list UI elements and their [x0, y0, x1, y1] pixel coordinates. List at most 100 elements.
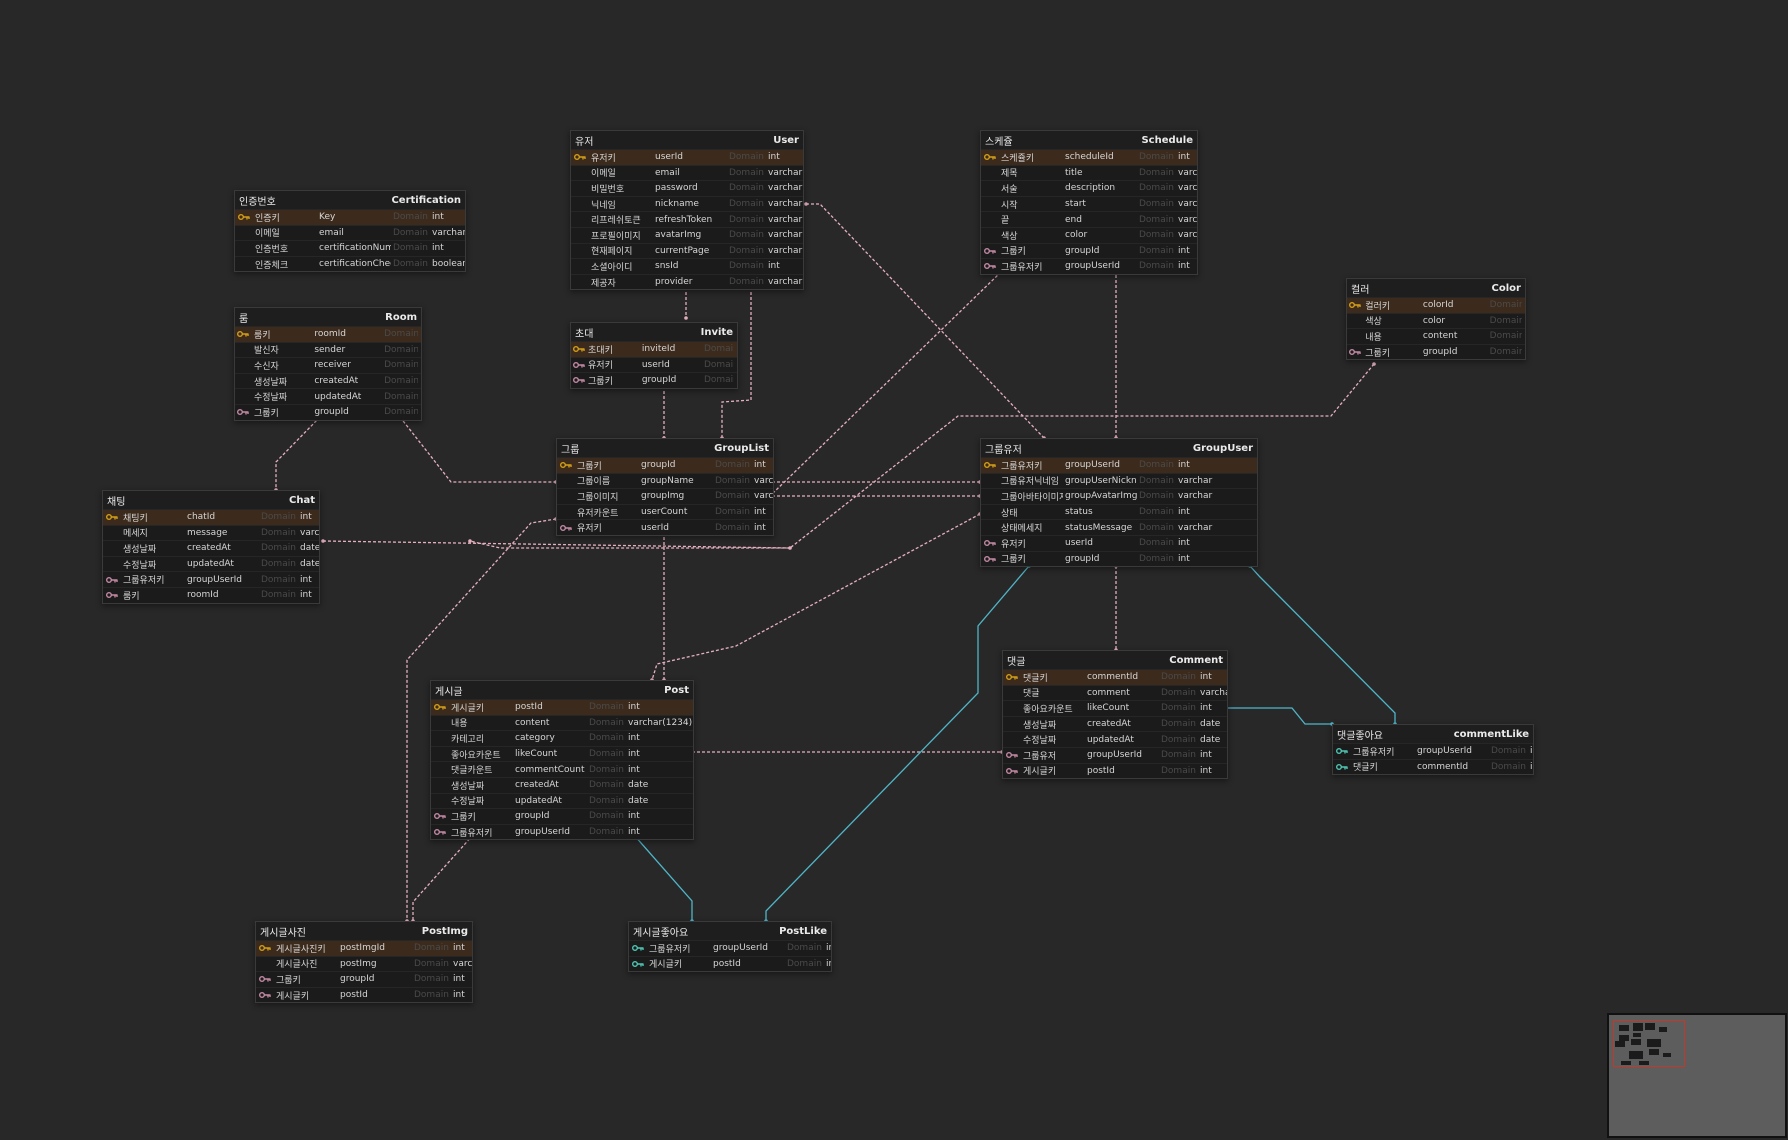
table-header[interactable]: 게시글사진 PostImg [256, 922, 472, 940]
column-row[interactable]: 메세지 message Domain varchar [103, 524, 319, 541]
table-header[interactable]: 컬러 Color [1347, 279, 1525, 297]
table-header[interactable]: 초대 Invite [571, 323, 737, 341]
column-row[interactable]: 소셜아이디 snsId Domain int [571, 258, 803, 274]
column-row[interactable]: 게시글키 postId Domain int [256, 986, 472, 1003]
column-row[interactable]: 그룹유저키 groupUserId Domain int [103, 571, 319, 587]
column-row[interactable]: 이메일 email Domain varchar [235, 224, 465, 241]
column-row[interactable]: 생성날짜createdAtDomaindate [431, 776, 693, 793]
column-row[interactable]: 색상colorDomainvarchar [1347, 312, 1525, 329]
column-row[interactable]: 룸키roomIdDomainint [235, 326, 421, 342]
column-row[interactable]: 그룹키groupIdDomainint [1347, 343, 1525, 360]
column-row[interactable]: 수정날짜updatedAtDomaindate [431, 792, 693, 809]
table-header[interactable]: 댓글 Comment [1003, 651, 1227, 669]
column-row[interactable]: 유저키userIdDomainint [981, 534, 1257, 551]
column-row[interactable]: 그룹키groupIdDomainint [981, 242, 1197, 259]
column-row[interactable]: 서술 description Domain varchar [981, 180, 1197, 196]
column-row[interactable]: 내용 content Domain varchar(1234) [431, 714, 693, 731]
column-row[interactable]: 인증체크 certificationCheckDomain boolean [235, 255, 465, 272]
table-header[interactable]: 인증번호 Certification [235, 191, 465, 209]
table-postlike[interactable]: 게시글좋아요PostLike그룹유저키groupUserIdDomainint게… [628, 921, 832, 973]
column-row[interactable]: 내용 content Domainvarchar [1347, 328, 1525, 344]
column-row[interactable]: 유저키userIdDomainint [571, 356, 737, 373]
table-groupuser[interactable]: 그룹유저 GroupUser 그룹유저키 groupUserId Domain int 그룹… [980, 438, 1258, 568]
relationship-line[interactable] [771, 271, 1002, 495]
column-row[interactable]: 게시글사진 postImg Domain varchar [256, 955, 472, 972]
table-invite[interactable]: 초대Invite초대키inviteIdDomainint유저키userIdDom… [570, 322, 738, 389]
table-header[interactable]: 그룹유저 GroupUser [981, 439, 1257, 457]
column-row[interactable]: 프로필이미지 avatarImg Domain varchar [571, 226, 803, 243]
table-commentlike[interactable]: 댓글좋아요 commentLike 그룹유저키 groupUserId Domain in… [1332, 724, 1534, 776]
table-post[interactable]: 게시글 Post 게시글키 postId Domain int 내용 content Domai… [430, 680, 694, 841]
column-row[interactable]: 그룹유저키 groupUserId Domain int [629, 940, 831, 956]
relationship-line[interactable] [633, 834, 693, 921]
column-row[interactable]: 생성날짜createdAtDomaindate [235, 372, 421, 389]
column-row[interactable]: 이메일 email Domain varchar [571, 164, 803, 181]
table-header[interactable]: 게시글 Post [431, 681, 693, 699]
table-header[interactable]: 게시글좋아요 PostLike [629, 922, 831, 940]
column-row[interactable]: 색상colorDomainvarchar [981, 226, 1197, 243]
column-row[interactable]: 상태메세지 statusMessage Domain varchar [981, 519, 1257, 535]
column-row[interactable]: 생성날짜createdAtDomaindate [1003, 715, 1227, 732]
table-schedule[interactable]: 스케쥴 Schedule 스케쥴키 scheduleId Domain int 제목 titl… [980, 130, 1198, 275]
column-row[interactable]: 생성날짜createdAtDomaindate [103, 540, 319, 556]
table-header[interactable]: 유저 User [571, 131, 803, 149]
column-row[interactable]: 댓글키 commentId Domain int [1333, 758, 1533, 775]
table-room[interactable]: 룸Room룸키roomIdDomainint발신자senderDomainint… [234, 307, 422, 421]
column-row[interactable]: 유저카운트 userCount Domain int [557, 503, 773, 520]
column-row[interactable]: 좋아요카운트 likeCount Domain int [431, 745, 693, 762]
column-row[interactable]: 그룹유저키 groupUserId Domain int [981, 258, 1197, 274]
column-row[interactable]: 그룹키groupIdDomainint [235, 403, 421, 420]
column-row[interactable]: 채팅키 chatId Domain int [103, 509, 319, 525]
table-header[interactable]: 스케쥴 Schedule [981, 131, 1197, 149]
column-row[interactable]: 그룹유저키 groupUserId Domain int [981, 457, 1257, 473]
column-row[interactable]: 리프레쉬토큰 refreshToken Domain varchar [571, 211, 803, 227]
column-row[interactable]: 그룹유저닉네임 groupUserNicknameDomain varchar [981, 472, 1257, 489]
column-row[interactable]: 제목 title Domain varchar [981, 164, 1197, 181]
column-row[interactable]: 그룹아바타이미지 groupAvatarImg Domain varchar [981, 488, 1257, 504]
column-row[interactable]: 발신자 sender Domainint [235, 341, 421, 358]
column-row[interactable]: 인증키 Key Domain int [235, 209, 465, 225]
relationship-line[interactable] [399, 416, 556, 483]
table-header[interactable]: 룸 Room [235, 308, 421, 326]
column-row[interactable]: 수신자 receiver Domainint [235, 357, 421, 373]
column-row[interactable]: 게시글사진키 postImgId Domain int [256, 940, 472, 956]
table-certification[interactable]: 인증번호 Certification 인증키 Key Domain int 이메일 email… [234, 190, 466, 273]
column-row[interactable]: 비밀번호 password Domain varchar [571, 180, 803, 196]
column-row[interactable]: 현재페이지 currentPage Domain varchar [571, 242, 803, 259]
column-row[interactable]: 그룹유저 groupUserId Domain int [1003, 746, 1227, 763]
column-row[interactable]: 수정날짜updatedAtDomaindate [235, 388, 421, 404]
column-row[interactable]: 댓글카운트 commentCount Domain int [431, 761, 693, 777]
column-row[interactable]: 초대키 inviteId Domainint [571, 341, 737, 357]
column-row[interactable]: 그룹이미지 groupImg Domain varchar [557, 488, 773, 504]
table-header[interactable]: 채팅 Chat [103, 491, 319, 509]
column-row[interactable]: 게시글키 postId Domain int [1003, 762, 1227, 779]
column-row[interactable]: 컬러키 colorId Domainint [1347, 297, 1525, 313]
table-chat[interactable]: 채팅 Chat 채팅키 chatId Domain int 메세지 message Domain… [102, 490, 320, 604]
table-user[interactable]: 유저 User 유저키 userId Domain int 이메일 email Domain va… [570, 130, 804, 291]
column-row[interactable]: 그룹유저키 groupUserId Domain int [1333, 743, 1533, 759]
relationship-line[interactable] [651, 513, 981, 681]
column-row[interactable]: 수정날짜updatedAtDomaindate [103, 555, 319, 572]
column-row[interactable]: 그룹키groupIdDomainint [571, 372, 737, 388]
column-row[interactable]: 시작 start Domain varchar [981, 195, 1197, 212]
column-row[interactable]: 게시글키 postId Domain int [431, 699, 693, 715]
column-row[interactable]: 룸키roomIdDomainint [103, 586, 319, 603]
relationship-line[interactable] [322, 540, 791, 549]
table-comment[interactable]: 댓글 Comment 댓글키 commentId Domain int 댓글 comment D… [1002, 650, 1228, 780]
relationship-line[interactable] [1226, 707, 1332, 725]
relationship-line[interactable] [275, 416, 321, 490]
column-row[interactable]: 수정날짜updatedAtDomaindate [1003, 731, 1227, 747]
column-row[interactable]: 인증번호 certificationNum Domain int [235, 240, 465, 256]
table-header[interactable]: 댓글좋아요 commentLike [1333, 725, 1533, 743]
relationship-line[interactable] [765, 565, 1030, 921]
column-row[interactable]: 카테고리 category Domain int [431, 730, 693, 746]
column-row[interactable]: 제공자 provider Domain varchar [571, 273, 803, 290]
table-header[interactable]: 그룹 GroupList [557, 439, 773, 457]
relationship-line[interactable] [412, 834, 474, 921]
column-row[interactable]: 스케쥴키 scheduleId Domain int [981, 149, 1197, 165]
column-row[interactable]: 댓글키 commentId Domain int [1003, 669, 1227, 685]
column-row[interactable]: 그룹키groupIdDomainint [431, 808, 693, 824]
table-grouplist[interactable]: 그룹 GroupList 그룹키 groupId Domain int 그룹이름 groupN… [556, 438, 774, 536]
column-row[interactable]: 상태 status Domain int [981, 503, 1257, 520]
column-row[interactable]: 끝 end Domain varchar [981, 211, 1197, 227]
